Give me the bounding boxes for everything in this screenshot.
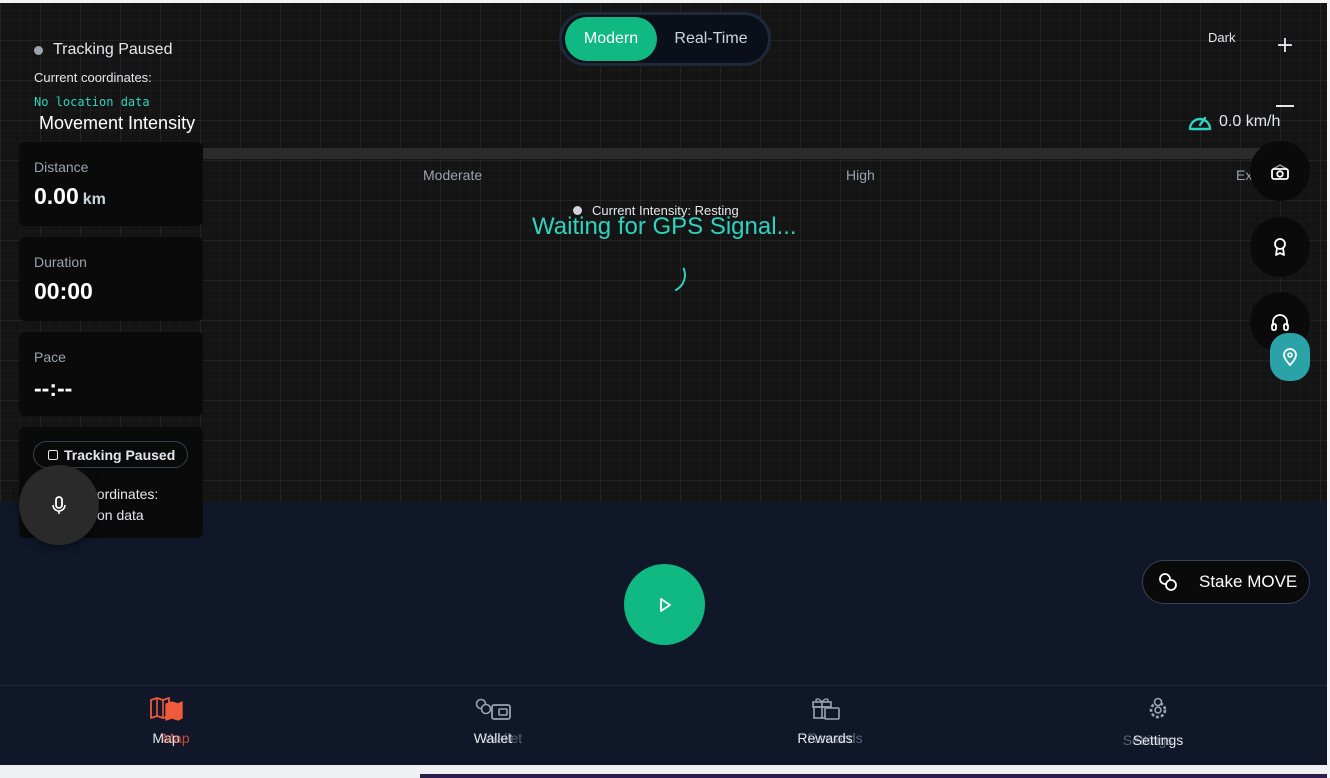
- coordinates-label: Current coordinates:: [34, 70, 152, 85]
- stop-square-icon: [48, 449, 58, 460]
- nav-item-settings[interactable]: Settings Settings: [1098, 696, 1218, 748]
- bottom-nav: Map Map Wallet Wallet Rewards Rewards Se…: [0, 685, 1330, 765]
- theme-toggle[interactable]: Dark: [1208, 30, 1235, 45]
- pace-label: Pace: [34, 349, 66, 365]
- distance-card: Distance 0.00 km: [19, 142, 203, 226]
- intensity-bar: [200, 148, 1280, 159]
- nav-label-rewards-shadow: Rewards: [807, 730, 863, 746]
- distance-value-row: 0.00 km: [34, 183, 106, 210]
- mode-realtime-button[interactable]: Real-Time: [657, 17, 765, 61]
- duration-card: Duration 00:00: [19, 237, 203, 321]
- distance-unit: km: [82, 191, 106, 208]
- tracking-pill-label: Tracking Paused: [64, 446, 176, 463]
- status-dot-icon: [34, 45, 43, 55]
- tracking-card-coords-label: oordinates:: [89, 486, 159, 502]
- distance-value: 0.00: [34, 183, 79, 209]
- top-edge: [0, 0, 1330, 3]
- stake-label: Stake MOVE: [1199, 572, 1298, 591]
- coins-icon: [1159, 573, 1177, 591]
- gps-waiting-message: Waiting for GPS Signal...: [532, 213, 797, 240]
- start-tracking-button[interactable]: [624, 564, 705, 645]
- movement-intensity-title: Movement Intensity: [39, 113, 196, 133]
- nav-label-wallet-shadow: Wallet: [483, 730, 523, 746]
- nav-label-settings: Settings Settings: [1123, 732, 1184, 748]
- speed-value: 0.0 km/h: [1219, 113, 1281, 130]
- coordinates-value: No location data: [34, 95, 150, 109]
- duration-value: 00:00: [34, 278, 93, 304]
- zoom-in-button[interactable]: +: [1273, 33, 1297, 59]
- pace-card: Pace --:--: [19, 332, 203, 416]
- camera-button[interactable]: [1250, 141, 1310, 201]
- achievements-button[interactable]: [1250, 217, 1310, 277]
- tracking-status-text: Tracking Paused: [53, 41, 173, 58]
- nav-item-map[interactable]: Map Map: [106, 696, 226, 746]
- intensity-level-high: High: [846, 167, 875, 183]
- microphone-icon: [52, 496, 66, 514]
- nav-label-rewards: Rewards Rewards: [797, 730, 862, 746]
- gift-icon: [812, 698, 840, 720]
- mode-modern-button[interactable]: Modern: [565, 17, 657, 61]
- duration-label: Duration: [34, 254, 87, 270]
- award-icon: [1274, 238, 1286, 256]
- tracking-status: Tracking Paused: [34, 41, 172, 59]
- settings-gear-icon: [1149, 697, 1167, 719]
- nav-label-map-shadow: Map: [162, 730, 190, 746]
- voice-button[interactable]: [19, 465, 99, 545]
- stake-move-button[interactable]: Stake MOVE: [1142, 560, 1310, 604]
- intensity-level-moderate: Moderate: [423, 167, 483, 183]
- zoom-out-button[interactable]: [1276, 105, 1294, 107]
- pace-value: --:--: [34, 375, 73, 401]
- nav-label-map: Map Map: [152, 730, 189, 746]
- nav-item-rewards[interactable]: Rewards Rewards: [765, 696, 885, 746]
- speedometer-icon: [1188, 116, 1212, 131]
- app-root: Modern Real-Time Tracking Paused Current…: [0, 0, 1330, 778]
- headphones-icon: [1271, 314, 1289, 331]
- camera-icon: [1271, 164, 1289, 180]
- mode-toggle: Modern Real-Time: [559, 12, 771, 66]
- nav-label-settings-shadow: Settings: [1122, 732, 1174, 748]
- locate-me-button[interactable]: [1270, 333, 1310, 381]
- map-icon: [150, 697, 183, 721]
- tracking-card-coords-value: on data: [97, 507, 144, 523]
- map-pin-icon: [1283, 348, 1297, 367]
- window-bottom-strip: [0, 765, 1330, 778]
- nav-item-wallet[interactable]: Wallet Wallet: [433, 696, 553, 746]
- play-icon: [659, 597, 671, 612]
- wallet-icon: [475, 698, 511, 720]
- tracking-paused-pill[interactable]: Tracking Paused: [33, 441, 189, 468]
- speed-readout: 0.0 km/h: [1187, 111, 1280, 133]
- distance-label: Distance: [34, 159, 89, 175]
- nav-label-wallet: Wallet Wallet: [474, 730, 522, 746]
